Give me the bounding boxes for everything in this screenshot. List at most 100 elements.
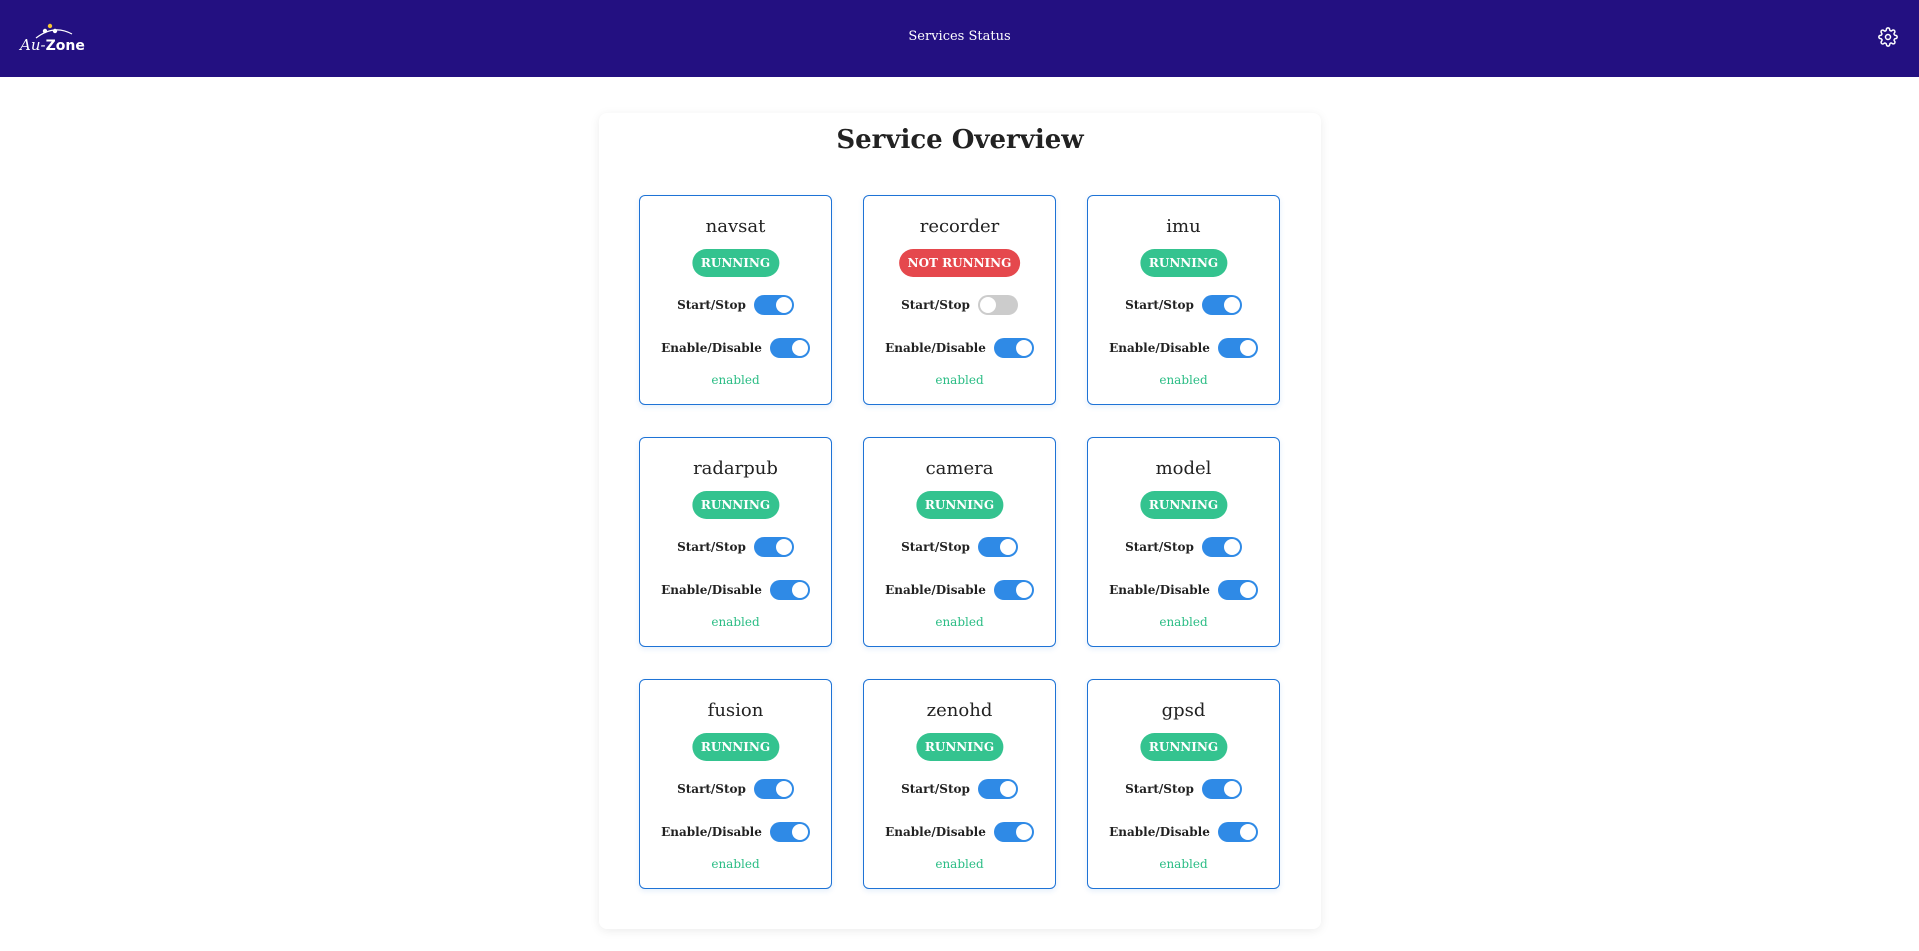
toggle-knob (1223, 539, 1240, 555)
start-stop-row: Start/Stop (640, 295, 831, 315)
service-card-radarpub: radarpub RUNNING Start/Stop Enable/Disab… (639, 437, 832, 647)
enabled-state-text: enabled (711, 615, 760, 629)
status-badge: RUNNING (915, 733, 1004, 761)
start-stop-toggle[interactable] (1201, 295, 1242, 315)
enable-disable-label: Enable/Disable (661, 583, 762, 597)
start-stop-toggle[interactable] (977, 779, 1018, 799)
start-stop-label: Start/Stop (901, 782, 970, 796)
start-stop-toggle[interactable] (1201, 779, 1242, 799)
service-name: fusion (707, 700, 764, 721)
start-stop-toggle[interactable] (977, 295, 1018, 315)
top-bar: Au-Zone Services Status (0, 0, 1919, 77)
service-overview-panel: Service Overview navsat RUNNING Start/St… (599, 113, 1321, 929)
status-badge: RUNNING (1139, 733, 1228, 761)
enable-disable-row: Enable/Disable (864, 338, 1055, 358)
start-stop-label: Start/Stop (901, 298, 970, 312)
start-stop-label: Start/Stop (677, 540, 746, 554)
toggle-knob (1015, 824, 1032, 840)
service-name: radarpub (693, 458, 778, 479)
service-card-navsat: navsat RUNNING Start/Stop Enable/Disable… (639, 195, 832, 405)
gear-icon[interactable] (1878, 27, 1898, 47)
toggle-knob (791, 824, 808, 840)
start-stop-row: Start/Stop (1088, 295, 1279, 315)
enable-disable-row: Enable/Disable (640, 580, 831, 600)
toggle-knob (791, 582, 808, 598)
toggle-knob (999, 781, 1016, 797)
start-stop-label: Start/Stop (901, 540, 970, 554)
enable-disable-toggle[interactable] (769, 822, 810, 842)
enable-disable-row: Enable/Disable (864, 580, 1055, 600)
start-stop-row: Start/Stop (864, 537, 1055, 557)
enabled-state-text: enabled (711, 373, 760, 387)
panel-title: Service Overview (836, 125, 1084, 155)
status-badge: NOT RUNNING (898, 249, 1021, 277)
toggle-knob (1223, 781, 1240, 797)
status-badge: RUNNING (691, 249, 780, 277)
enable-disable-toggle[interactable] (993, 580, 1034, 600)
service-card-model: model RUNNING Start/Stop Enable/Disable … (1087, 437, 1280, 647)
service-name: camera (925, 458, 994, 479)
service-card-zenohd: zenohd RUNNING Start/Stop Enable/Disable… (863, 679, 1056, 889)
service-name: navsat (705, 216, 766, 237)
service-name: recorder (919, 216, 1000, 237)
toggle-knob (1015, 582, 1032, 598)
enable-disable-toggle[interactable] (993, 338, 1034, 358)
start-stop-label: Start/Stop (1125, 540, 1194, 554)
toggle-knob (1239, 340, 1256, 356)
status-badge: RUNNING (915, 491, 1004, 519)
start-stop-row: Start/Stop (640, 779, 831, 799)
start-stop-toggle[interactable] (977, 537, 1018, 557)
status-badge: RUNNING (691, 733, 780, 761)
start-stop-label: Start/Stop (677, 298, 746, 312)
service-name: imu (1166, 216, 1201, 237)
start-stop-row: Start/Stop (864, 295, 1055, 315)
enable-disable-row: Enable/Disable (640, 338, 831, 358)
start-stop-row: Start/Stop (1088, 779, 1279, 799)
enable-disable-toggle[interactable] (1217, 338, 1258, 358)
service-name: gpsd (1161, 700, 1206, 721)
enable-disable-row: Enable/Disable (1088, 338, 1279, 358)
start-stop-label: Start/Stop (677, 782, 746, 796)
enable-disable-label: Enable/Disable (1109, 583, 1210, 597)
toggle-knob (775, 781, 792, 797)
service-card-imu: imu RUNNING Start/Stop Enable/Disable en… (1087, 195, 1280, 405)
page-title: Services Status (908, 29, 1011, 44)
enable-disable-toggle[interactable] (1217, 580, 1258, 600)
enable-disable-row: Enable/Disable (1088, 580, 1279, 600)
start-stop-row: Start/Stop (1088, 537, 1279, 557)
toggle-knob (791, 340, 808, 356)
start-stop-toggle[interactable] (753, 779, 794, 799)
enabled-state-text: enabled (1159, 857, 1208, 871)
enabled-state-text: enabled (935, 373, 984, 387)
service-card-gpsd: gpsd RUNNING Start/Stop Enable/Disable e… (1087, 679, 1280, 889)
enable-disable-row: Enable/Disable (1088, 822, 1279, 842)
status-badge: RUNNING (691, 491, 780, 519)
enabled-state-text: enabled (1159, 615, 1208, 629)
service-name: model (1155, 458, 1212, 479)
services-grid: navsat RUNNING Start/Stop Enable/Disable… (639, 195, 1280, 889)
enable-disable-toggle[interactable] (993, 822, 1034, 842)
start-stop-row: Start/Stop (640, 537, 831, 557)
start-stop-toggle[interactable] (753, 537, 794, 557)
toggle-knob (1015, 340, 1032, 356)
service-card-recorder: recorder NOT RUNNING Start/Stop Enable/D… (863, 195, 1056, 405)
status-badge: RUNNING (1139, 491, 1228, 519)
enabled-state-text: enabled (935, 615, 984, 629)
enabled-state-text: enabled (935, 857, 984, 871)
enable-disable-row: Enable/Disable (640, 822, 831, 842)
enable-disable-toggle[interactable] (769, 338, 810, 358)
enabled-state-text: enabled (711, 857, 760, 871)
start-stop-label: Start/Stop (1125, 298, 1194, 312)
enable-disable-label: Enable/Disable (885, 825, 986, 839)
enable-disable-toggle[interactable] (1217, 822, 1258, 842)
enable-disable-label: Enable/Disable (661, 825, 762, 839)
start-stop-toggle[interactable] (753, 295, 794, 315)
enable-disable-toggle[interactable] (769, 580, 810, 600)
enable-disable-label: Enable/Disable (1109, 341, 1210, 355)
service-name: zenohd (926, 700, 993, 721)
start-stop-toggle[interactable] (1201, 537, 1242, 557)
service-card-camera: camera RUNNING Start/Stop Enable/Disable… (863, 437, 1056, 647)
start-stop-label: Start/Stop (1125, 782, 1194, 796)
enable-disable-label: Enable/Disable (885, 341, 986, 355)
toggle-knob (775, 297, 792, 313)
